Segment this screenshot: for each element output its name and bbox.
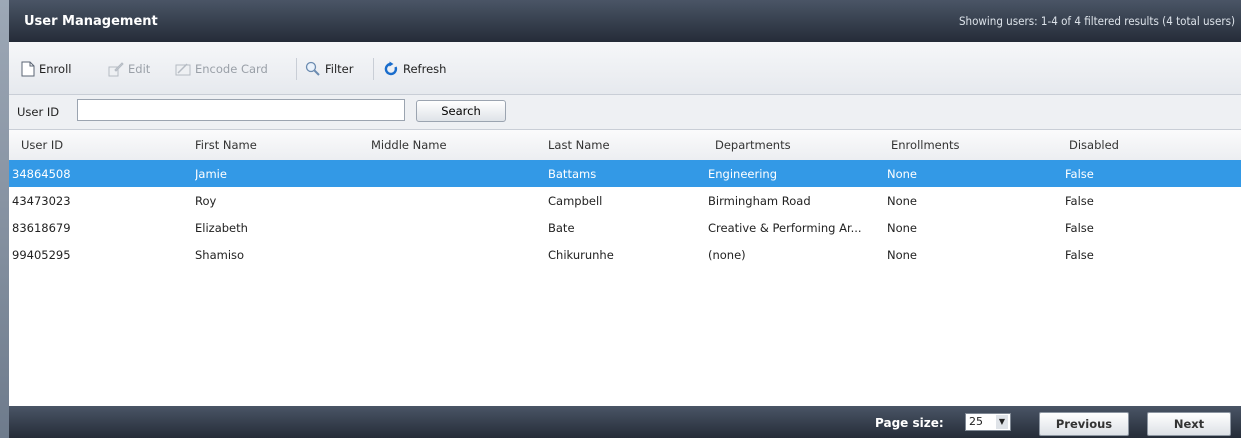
cell-departments: Creative & Performing Ar... [708, 221, 862, 235]
table-header: User ID First Name Middle Name Last Name… [9, 130, 1241, 161]
column-header-middle-name[interactable]: Middle Name [371, 138, 447, 152]
cell-first-name: Shamiso [195, 248, 245, 262]
table-row[interactable]: 34864508 Jamie Battams Engineering None … [9, 160, 1241, 187]
cell-last-name: Campbell [548, 194, 603, 208]
column-header-enrollments[interactable]: Enrollments [891, 138, 960, 152]
cell-user-id: 43473023 [12, 194, 71, 208]
cell-first-name: Elizabeth [195, 221, 248, 235]
cell-disabled: False [1065, 221, 1094, 235]
table-body: 34864508 Jamie Battams Engineering None … [9, 160, 1241, 406]
column-header-user-id[interactable]: User ID [21, 138, 63, 152]
cell-departments: Birmingham Road [708, 194, 811, 208]
page-size-label: Page size: [875, 416, 944, 430]
user-id-label: User ID [17, 105, 60, 119]
cell-last-name: Bate [548, 221, 575, 235]
enroll-button[interactable]: Enroll [21, 60, 71, 78]
refresh-button[interactable]: Refresh [383, 60, 446, 78]
window-left-edge [0, 0, 9, 438]
column-header-first-name[interactable]: First Name [195, 138, 257, 152]
cell-user-id: 83618679 [12, 221, 71, 235]
magnifier-icon [305, 61, 320, 76]
previous-button[interactable]: Previous [1039, 412, 1129, 436]
page-size-select[interactable]: 25 ▼ [965, 413, 1011, 431]
cell-departments: (none) [708, 248, 746, 262]
cell-first-name: Jamie [195, 167, 227, 181]
cell-disabled: False [1065, 248, 1094, 262]
column-header-disabled[interactable]: Disabled [1069, 138, 1119, 152]
panel-header: User Management Showing users: 1-4 of 4 … [9, 0, 1241, 42]
toolbar: Enroll Edit Encode Card Filter Refresh [9, 42, 1241, 95]
cell-user-id: 99405295 [12, 248, 71, 262]
column-header-departments[interactable]: Departments [715, 138, 791, 152]
filter-button[interactable]: Filter [305, 60, 353, 78]
table-row[interactable]: 99405295 Shamiso Chikurunhe (none) None … [9, 241, 1241, 268]
user-management-panel: User Management Showing users: 1-4 of 4 … [9, 0, 1241, 438]
cell-enrollments: None [887, 194, 918, 208]
cell-first-name: Roy [195, 194, 217, 208]
document-icon [21, 61, 35, 77]
edit-button[interactable]: Edit [108, 60, 150, 78]
page-title: User Management [24, 14, 158, 29]
column-header-last-name[interactable]: Last Name [548, 138, 610, 152]
cell-enrollments: None [887, 167, 918, 181]
toolbar-separator [296, 58, 297, 80]
search-button[interactable]: Search [416, 100, 506, 122]
cell-disabled: False [1065, 194, 1094, 208]
cell-enrollments: None [887, 248, 918, 262]
cell-last-name: Chikurunhe [548, 248, 614, 262]
enroll-label: Enroll [39, 62, 72, 76]
filter-label: Filter [325, 62, 354, 76]
encode-card-label: Encode Card [195, 62, 268, 76]
cell-enrollments: None [887, 221, 918, 235]
table-row[interactable]: 83618679 Elizabeth Bate Creative & Perfo… [9, 214, 1241, 241]
cell-disabled: False [1065, 167, 1094, 181]
page-size-value: 25 [969, 415, 983, 428]
card-icon [175, 63, 191, 76]
results-summary: Showing users: 1-4 of 4 filtered results… [958, 14, 1235, 28]
refresh-label: Refresh [403, 62, 447, 76]
cell-user-id: 34864508 [12, 167, 71, 181]
user-id-input[interactable] [77, 99, 405, 121]
search-bar: User ID Search [9, 95, 1241, 130]
refresh-icon [384, 61, 398, 76]
toolbar-separator [373, 58, 374, 80]
edit-label: Edit [128, 62, 151, 76]
next-button[interactable]: Next [1147, 412, 1231, 436]
edit-icon [108, 62, 124, 77]
table-row[interactable]: 43473023 Roy Campbell Birmingham Road No… [9, 187, 1241, 214]
encode-card-button[interactable]: Encode Card [175, 60, 268, 78]
cell-last-name: Battams [548, 167, 597, 181]
cell-departments: Engineering [708, 167, 777, 181]
pagination-bar: Page size: 25 ▼ Previous Next [9, 406, 1241, 438]
chevron-down-icon: ▼ [996, 415, 1008, 429]
